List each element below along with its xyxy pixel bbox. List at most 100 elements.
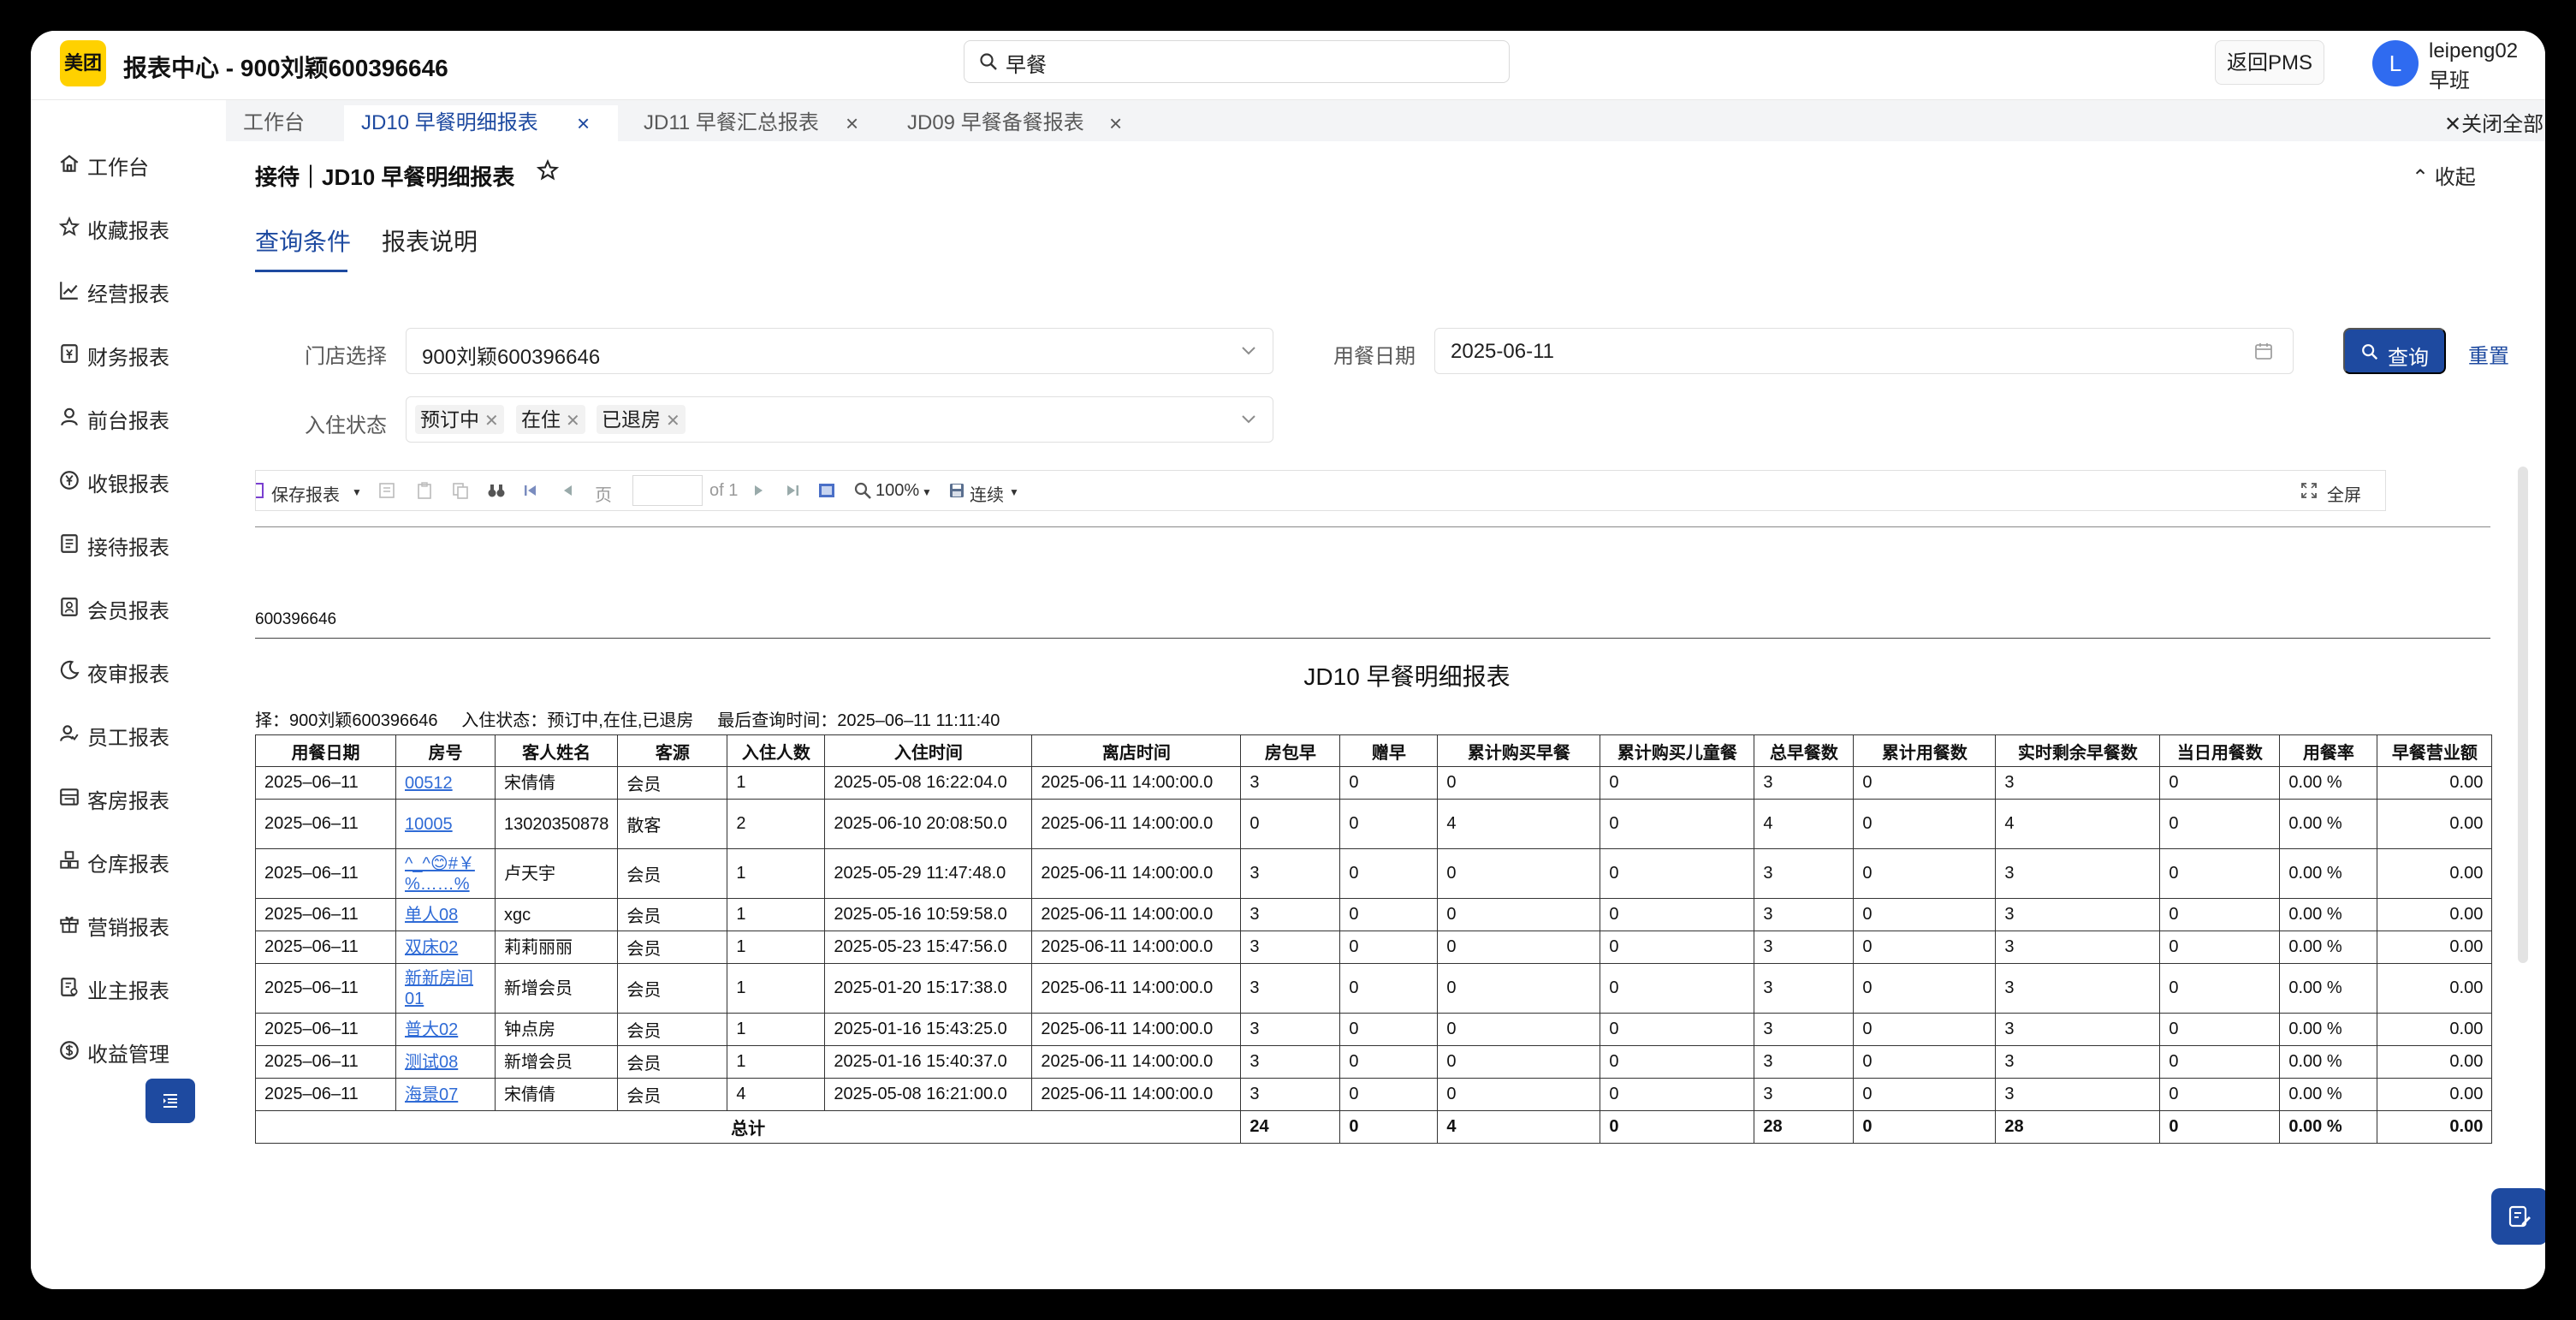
checkin-status-select[interactable]: 预订中 ✕ 在住 ✕ 已退房 ✕ [406,396,1273,443]
last-page-icon[interactable] [783,481,802,500]
view-mode-dropdown[interactable]: 连续 [970,481,1004,506]
return-pms-button[interactable]: 返回PMS [2215,40,2324,85]
column-header: 早餐营业额 [2377,734,2493,767]
sidebar-item-reception[interactable]: 接待报表 [31,518,226,569]
room-number-link[interactable]: ^_^😊#￥%……% [405,854,475,894]
sidebar-item-marketing[interactable]: 营销报表 [31,898,226,949]
table-cell-guest: 宋倩倩 [494,1078,619,1111]
table-cell-date: 2025–06–11 [255,848,396,899]
sidebar-item-label: 业主报表 [87,980,169,1003]
reset-button[interactable]: 重置 [2468,339,2509,369]
table-cell-room: ^_^😊#￥%……% [395,848,496,899]
status-chip[interactable]: 已退房 ✕ [597,405,686,434]
sidebar-item-finance[interactable]: 财务报表 [31,328,226,379]
table-cell-persons: 1 [727,931,826,964]
table-cell-today: 0 [2159,1045,2281,1079]
tab-report-description[interactable]: 报表说明 [382,223,478,258]
member-icon [61,598,78,616]
zoom-level[interactable]: 100% [875,481,919,501]
table-cell-rate: 0.00 % [2279,799,2378,849]
close-icon[interactable]: ✕ [484,412,499,431]
room-number-link[interactable]: 海景07 [405,1085,458,1104]
room-number-link[interactable]: 双床02 [405,938,458,957]
binoculars-icon[interactable] [487,481,506,500]
sidebar-item-warehouse[interactable]: 仓库报表 [31,835,226,886]
copy-icon[interactable] [451,481,470,500]
tab-jd10[interactable]: JD10 早餐明细报表 × [344,105,618,141]
sidebar-collapse-button[interactable] [145,1079,195,1123]
zoom-icon[interactable] [853,481,872,500]
table-cell-source: 会员 [617,1078,728,1111]
search-box[interactable] [964,40,1510,83]
total-cell-revenue: 0.00 [2377,1110,2493,1144]
close-icon[interactable]: × [846,105,858,141]
room-number-link[interactable]: 00512 [405,774,453,793]
caret-down-icon[interactable]: ▼ [352,486,362,498]
status-chip[interactable]: 在住 ✕ [516,405,585,434]
sidebar-item-workbench[interactable]: 工作台 [31,138,226,189]
sidebar-item-favorites[interactable]: 收藏报表 [31,201,226,253]
clipboard-icon[interactable] [415,481,434,500]
table-cell-revenue: 0.00 [2377,766,2493,800]
sidebar-item-revenue[interactable]: 收益管理 [31,1025,226,1076]
sidebar-item-business[interactable]: 经营报表 [31,265,226,316]
room-number-link[interactable]: 单人08 [405,906,458,925]
room-number-link[interactable]: 新新房间01 [405,969,473,1008]
caret-down-icon[interactable]: ▼ [922,486,932,498]
table-cell-checkin: 2025-05-29 11:47:48.0 [824,848,1033,899]
fit-page-icon[interactable] [817,481,836,500]
room-number-link[interactable]: 10005 [405,815,453,834]
table-cell-used: 0 [1853,799,1997,849]
save-report-dropdown[interactable]: 保存报表 [271,481,340,506]
save-disk-icon[interactable] [947,481,966,500]
vertical-scrollbar[interactable] [2518,467,2528,963]
avatar[interactable]: L [2372,40,2419,86]
close-all-tabs-button[interactable]: ✕关闭全部 [2444,107,2543,137]
favorite-star-icon[interactable] [536,158,560,182]
tab-jd09[interactable]: JD09 早餐备餐报表 × [890,105,1147,141]
fullscreen-button[interactable]: 全屏 [2327,481,2361,506]
sidebar-item-room[interactable]: 客房报表 [31,771,226,823]
line-chart-icon [60,282,78,300]
table-cell-free: 0 [1339,1078,1439,1111]
tab-query-conditions[interactable]: 查询条件 [255,223,351,258]
user-name[interactable]: leipeng02 [2429,39,2518,63]
table-cell-source: 散客 [617,799,728,849]
meal-date-picker[interactable]: 2025-06-11 [1434,328,2294,374]
first-page-icon[interactable] [521,481,540,500]
table-cell-today: 0 [2159,848,2281,899]
fullscreen-icon[interactable] [2300,481,2318,500]
export-icon[interactable] [377,481,396,500]
store-select[interactable]: 900刘颖600396646 [406,328,1273,374]
prev-page-icon[interactable] [559,481,578,500]
meituan-logo[interactable]: 美团 [60,40,106,86]
collapse-panel-button[interactable]: ⌃ 收起 [2412,160,2476,190]
table-cell-persons: 1 [727,848,826,899]
table-cell-checkout: 2025-06-11 14:00:00.0 [1031,848,1242,899]
room-number-link[interactable]: 测试08 [405,1053,458,1072]
caret-down-icon[interactable]: ▼ [1009,486,1019,498]
feedback-button[interactable] [2491,1188,2545,1245]
search-input[interactable] [1004,49,1487,76]
close-icon[interactable]: × [577,105,590,141]
table-row: 2025–06–11 新新房间01 新增会员 会员 1 2025-01-20 15:17:… [255,963,2493,1014]
page-number-input[interactable] [632,475,703,506]
room-number-link[interactable]: 普大02 [405,1020,458,1039]
sidebar-item-night-audit[interactable]: 夜审报表 [31,645,226,696]
close-icon[interactable]: × [1109,105,1122,141]
query-button[interactable]: 查询 [2343,328,2446,374]
table-cell-free: 0 [1339,848,1439,899]
sidebar-item-cashier[interactable]: 收银报表 [31,455,226,506]
table-cell-revenue: 0.00 [2377,848,2493,899]
sidebar-item-frontdesk[interactable]: 前台报表 [31,391,226,443]
sidebar-item-owner[interactable]: 业主报表 [31,961,226,1013]
close-icon[interactable]: ✕ [566,412,580,431]
tab-workbench[interactable]: 工作台 [226,105,335,141]
total-cell-pkg: 24 [1240,1110,1341,1144]
sidebar-item-member[interactable]: 会员报表 [31,581,226,633]
status-chip[interactable]: 预订中 ✕ [415,405,504,434]
close-icon[interactable]: ✕ [666,412,680,431]
tab-jd11[interactable]: JD11 早餐汇总报表 × [626,105,883,141]
sidebar-item-staff[interactable]: 员工报表 [31,708,226,759]
next-page-icon[interactable] [749,481,768,500]
